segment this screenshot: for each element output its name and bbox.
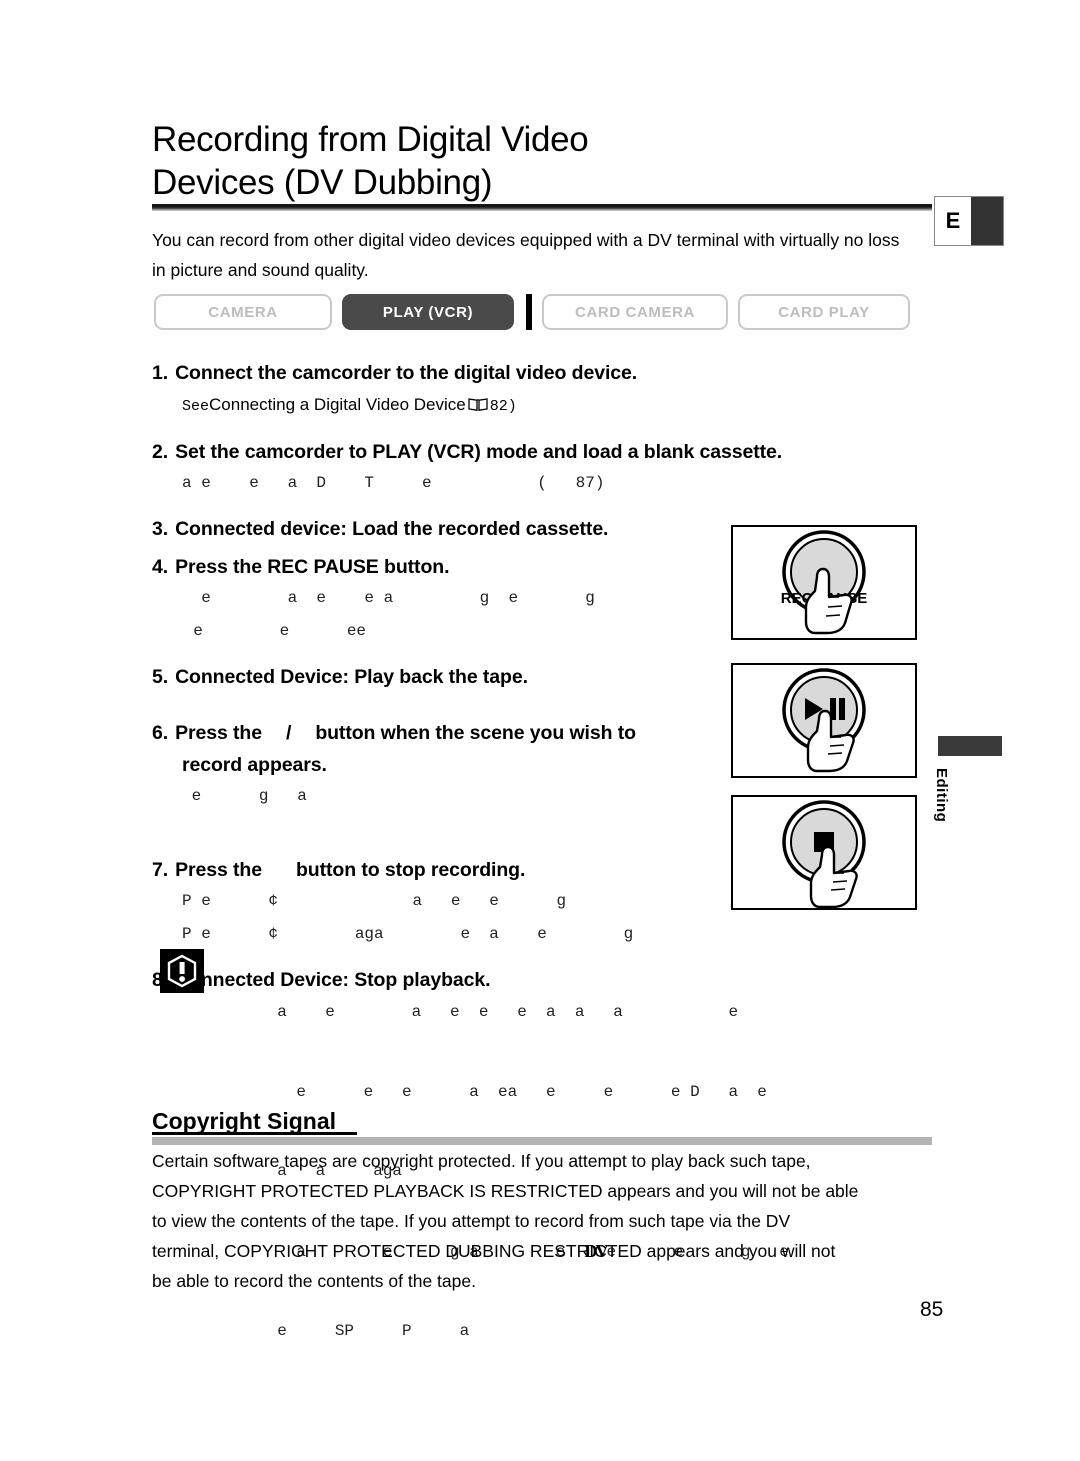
step-6-heading: 6. Press the / button when the scene you wi… <box>152 718 712 748</box>
step-1-see-target: Connecting a Digital Video Device <box>209 395 466 414</box>
step-7-text-part-2: button to stop recording. <box>295 859 526 881</box>
mode-button-card-play-label: CARD PLAY <box>778 303 870 321</box>
copyright-heading-underline <box>152 1132 357 1135</box>
copyright-heading-wrap: Copyright Signal <box>152 1108 932 1135</box>
step-1-number: 1. <box>152 362 169 384</box>
step-6-heading-line-2: record appears. <box>182 754 327 776</box>
step-4-subtext-line-1: e a e e a g e g <box>182 589 595 607</box>
step-7-text-part-1: Press the <box>175 859 262 881</box>
copyright-line-5: be able to record the contents of the ta… <box>152 1271 476 1291</box>
title-divider-rule <box>152 204 932 211</box>
step-3-heading: 3. Connected device: Load the recorded ca… <box>152 514 712 544</box>
copyright-line-4: terminal, COPYRIGHT PROTECTED DUBBING RE… <box>152 1241 836 1261</box>
page-number: 85 <box>920 1298 944 1321</box>
step-7-heading: 7. Press the button to stop recording. <box>152 855 712 885</box>
step-2-heading: 2. Set the camcorder to PLAY (VCR) mode a… <box>152 437 782 467</box>
mode-button-card-camera[interactable]: CARD CAMERA <box>542 294 728 330</box>
step-4-number: 4. <box>152 556 169 578</box>
side-tab-editing-label: Editing <box>933 768 950 823</box>
step-4-heading: 4. Press the REC PAUSE button. <box>152 552 712 582</box>
copyright-line-1: Certain software tapes are copyright pro… <box>152 1151 811 1171</box>
step-7-number: 7. <box>152 859 169 881</box>
step-6-symbol: / <box>285 722 292 744</box>
step-6-number: 6. <box>152 722 169 744</box>
mode-group-separator <box>526 294 532 330</box>
mode-button-row: CAMERA PLAY (VCR) CARD CAMERA CARD PLAY <box>154 294 910 330</box>
language-tab-letter: E <box>935 197 971 245</box>
illustration-rec-pause: REC PAUSE <box>731 525 917 640</box>
step-1-page-ref: 82) <box>489 398 517 415</box>
page-title-line-2: Devices (DV Dubbing) <box>152 163 493 202</box>
step-1-see-prefix: See <box>182 398 210 415</box>
language-tab: E <box>934 196 1004 246</box>
mode-button-camera[interactable]: CAMERA <box>154 294 332 330</box>
mode-button-camera-label: CAMERA <box>208 303 278 321</box>
step-3-text: Connected device: Load the recorded cass… <box>175 518 609 540</box>
page-title-line-1: Recording from Digital Video <box>152 120 589 159</box>
step-6-subtext: e g a <box>182 787 307 805</box>
step-2-text: Set the camcorder to PLAY (VCR) mode and… <box>175 441 783 463</box>
page-title: Recording from Digital Video Devices (DV… <box>152 118 852 204</box>
copyright-heading-rule <box>152 1137 932 1145</box>
illustration-stop <box>731 795 917 910</box>
note-line-2: e e e a ea e e e D a e <box>258 1082 767 1101</box>
procedure-steps: 1. Connect the camcorder to the digital v… <box>152 358 782 997</box>
rec-pause-illustration-svg: REC PAUSE <box>781 530 867 635</box>
copyright-heading: Copyright Signal <box>152 1108 342 1135</box>
intro-paragraph: You can record from other digital video … <box>152 230 900 280</box>
step-3-number: 3. <box>152 518 169 540</box>
manual-page: Recording from Digital Video Devices (DV… <box>0 0 1080 1461</box>
step-4-text: Press the REC PAUSE button. <box>175 556 450 578</box>
step-5-heading: 5. Connected Device: Play back the tape. <box>152 662 712 692</box>
step-7-subtext-line-2: P e ¢ aga e a e g <box>182 925 634 943</box>
illustration-play-pause <box>731 663 917 778</box>
warning-exclamation-icon <box>160 949 204 993</box>
mode-button-card-play[interactable]: CARD PLAY <box>738 294 910 330</box>
copyright-body: Certain software tapes are copyright pro… <box>152 1146 942 1296</box>
step-6-text-part-2: button when the scene you wish to <box>315 722 636 744</box>
step-1-text: Connect the camcorder to the digital vid… <box>175 362 638 384</box>
step-2-degraded-text: a e e a D T e ( 87) <box>182 474 605 492</box>
step-5-number: 5. <box>152 666 169 688</box>
step-5-text: Connected Device: Play back the tape. <box>175 666 528 688</box>
mode-button-play-vcr-label: PLAY (VCR) <box>382 303 474 321</box>
mode-button-card-camera-label: CARD CAMERA <box>575 303 695 321</box>
step-6-text-part-1: Press the <box>175 722 262 744</box>
play-pause-illustration-svg <box>782 668 866 773</box>
book-reference-icon <box>468 392 488 421</box>
note-line-5: e SP P a <box>258 1322 470 1340</box>
mode-button-play-vcr[interactable]: PLAY (VCR) <box>342 294 514 330</box>
side-tab-marker-bar <box>938 736 1002 756</box>
note-line-1: a e a e e e a a a e <box>258 1003 739 1021</box>
step-4-subtext-line-2: e e ee <box>174 622 367 640</box>
step-1-subtext: SeeConnecting a Digital Video Device 82) <box>182 390 712 421</box>
step-7-subtext-line-1: P e ¢ a e e g <box>182 892 567 910</box>
step-2-subtext: a e e a D T e ( 87) <box>182 469 712 498</box>
step-2-number: 2. <box>152 441 169 463</box>
copyright-line-3: to view the contents of the tape. If you… <box>152 1211 791 1231</box>
step-1-heading: 1. Connect the camcorder to the digital v… <box>152 358 712 388</box>
copyright-line-2: COPYRIGHT PROTECTED PLAYBACK IS RESTRICT… <box>152 1181 859 1201</box>
stop-illustration-svg <box>782 800 866 909</box>
